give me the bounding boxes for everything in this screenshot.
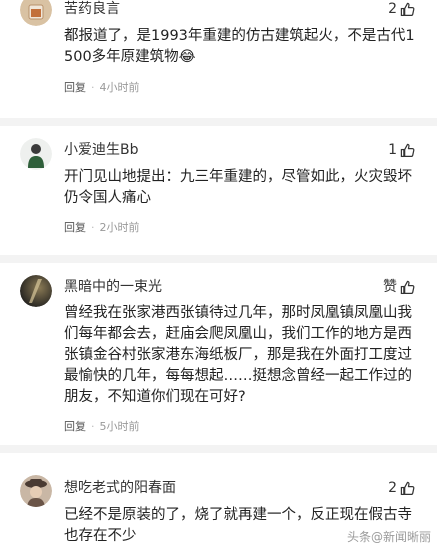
like-button[interactable]: 2 (388, 479, 415, 497)
divider (0, 445, 437, 453)
username[interactable]: 想吃老式的阳春面 (64, 479, 176, 497)
comment-text: 曾经我在张家港西张镇待过几年，那时凤凰镇凤凰山我们每年都会去，赶庙会爬凤凰山，我… (64, 305, 412, 405)
like-count: 赞 (383, 279, 397, 295)
like-count: 2 (388, 480, 397, 496)
like-count: 1 (388, 142, 397, 158)
reply-button[interactable]: 回复 (64, 81, 86, 94)
avatar[interactable] (20, 475, 52, 507)
like-count: 2 (388, 1, 397, 17)
reply-button[interactable]: 回复 (64, 420, 86, 433)
avatar[interactable] (20, 0, 52, 26)
comment-meta: 回复 · 5小时前 (64, 420, 140, 434)
timestamp: 2小时前 (99, 221, 140, 234)
comment-item: 苦药良言 2 都报道了，是1993年重建的仿古建筑起火，不是古代1500多年原建… (0, 0, 437, 115)
timestamp: 4小时前 (99, 81, 140, 94)
reply-button[interactable]: 回复 (64, 221, 86, 234)
comment-meta: 回复 · 4小时前 (64, 81, 140, 95)
comment-item: 黑暗中的一束光 赞 曾经我在张家港西张镇待过几年，那时凤凰镇凤凰山我们每年都会去… (0, 275, 437, 440)
username[interactable]: 苦药良言 (64, 0, 120, 18)
like-button[interactable]: 赞 (383, 278, 415, 296)
divider (0, 255, 437, 263)
thumbs-up-icon (400, 481, 415, 495)
comment-meta: 回复 · 2小时前 (64, 221, 140, 235)
avatar[interactable] (20, 275, 52, 307)
separator-dot: · (91, 420, 95, 433)
thumbs-up-icon (400, 143, 415, 157)
watermark: 头条@新闻晰丽 (346, 530, 431, 544)
comment-item: 小爱迪生Bb 1 开门见山地提出：九三年重建的，尽管如此，火灾毁坏仍令国人痛心 … (0, 138, 437, 250)
username[interactable]: 小爱迪生Bb (64, 141, 139, 159)
divider (0, 118, 437, 126)
thumbs-up-icon (400, 2, 415, 16)
separator-dot: · (91, 81, 95, 94)
username[interactable]: 黑暗中的一束光 (64, 278, 162, 296)
separator-dot: · (91, 221, 95, 234)
comment-text: 都报道了，是1993年重建的仿古建筑起火，不是古代1500多年原建筑物😂 (64, 28, 415, 65)
timestamp: 5小时前 (99, 420, 140, 433)
like-button[interactable]: 2 (388, 0, 415, 18)
avatar[interactable] (20, 138, 52, 170)
thumbs-up-icon (400, 280, 415, 294)
comment-text: 开门见山地提出：九三年重建的，尽管如此，火灾毁坏仍令国人痛心 (64, 169, 412, 206)
like-button[interactable]: 1 (388, 141, 415, 159)
